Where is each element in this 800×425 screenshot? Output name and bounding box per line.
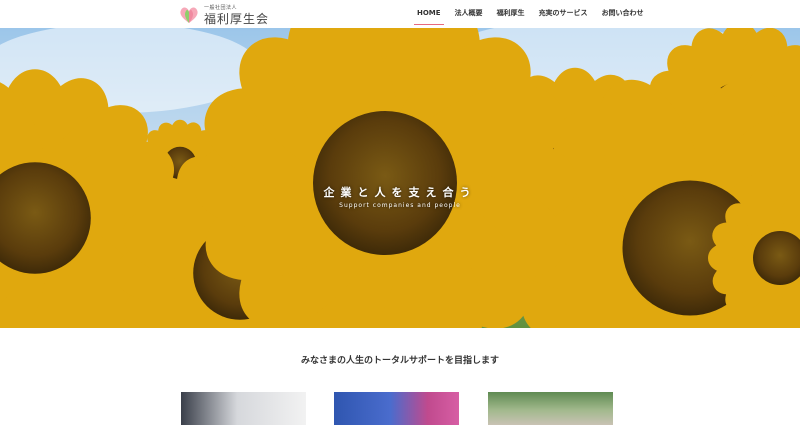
hero-banner: 企業と人を支え合う Support companies and people — [0, 28, 800, 328]
logo-title: 福利厚生会 — [204, 11, 270, 26]
nav-corporate-overview[interactable]: 法人概要 — [448, 0, 490, 28]
site-header: 一般社団法人 福利厚生会 HOME 法人概要 福利厚生 充実のサービス お問い合… — [0, 0, 800, 28]
hero-title: 企業と人を支え合う — [323, 186, 477, 199]
logo-subtitle: 一般社団法人 — [204, 4, 238, 11]
logo[interactable]: 一般社団法人 福利厚生会 — [178, 4, 269, 26]
main-nav: HOME 法人概要 福利厚生 充実のサービス お問い合わせ — [410, 0, 651, 28]
nav-services[interactable]: 充実のサービス — [532, 0, 595, 28]
section-title: みなさまの人生のトータルサポートを目指します — [300, 356, 499, 366]
nav-welfare[interactable]: 福利厚生 — [490, 0, 532, 28]
nav-home[interactable]: HOME — [410, 0, 448, 28]
hero-subtitle: Support companies and people — [339, 202, 461, 209]
card-image-family[interactable] — [488, 392, 613, 425]
nav-contact[interactable]: お問い合わせ — [595, 0, 651, 28]
sunflower-field-image — [0, 28, 800, 328]
card-image-business[interactable] — [181, 392, 306, 425]
heart-logo-icon — [178, 5, 200, 25]
card-image-people[interactable] — [334, 392, 459, 425]
